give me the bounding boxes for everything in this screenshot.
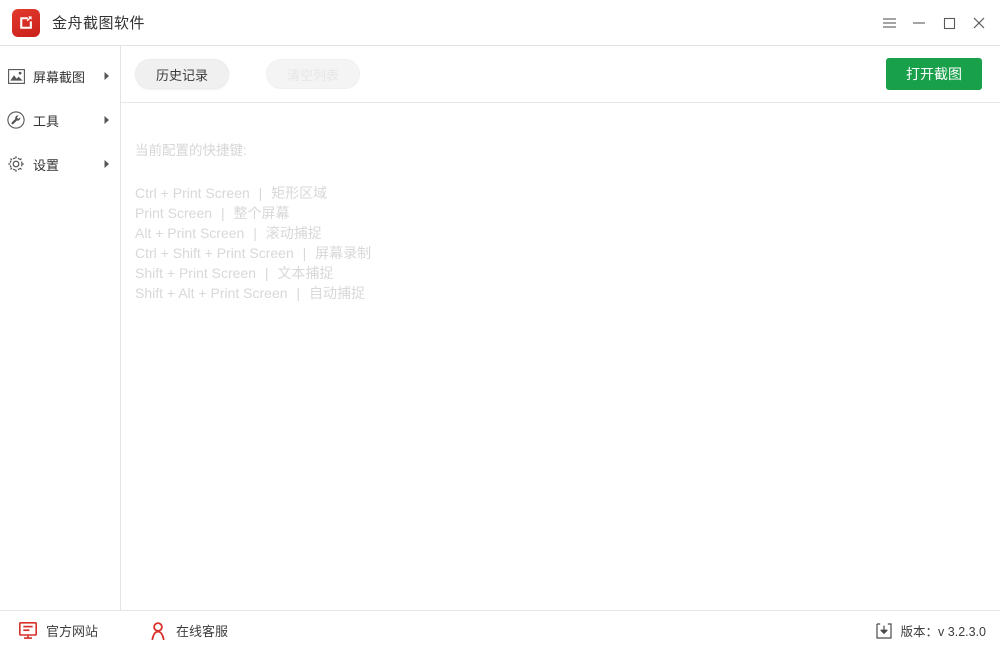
chevron-right-icon <box>102 71 112 81</box>
title-bar: 金舟截图软件 <box>0 0 1000 46</box>
toolbar: 历史记录 清空列表 打开截图 <box>121 46 1000 103</box>
shortcut-action: 屏幕录制 <box>315 245 372 261</box>
version-info[interactable]: 版本：v 3.2.3.0 <box>876 621 986 640</box>
online-support-label: 在线客服 <box>176 624 229 639</box>
maximize-icon[interactable] <box>934 8 964 38</box>
shortcut-list: Ctrl + Print Screen | 矩形区域 Print Screen … <box>135 183 1000 303</box>
shortcut-row: Alt + Print Screen | 滚动捕捉 <box>135 223 1000 243</box>
open-screenshot-button[interactable]: 打开截图 <box>886 58 982 90</box>
shortcut-row: Shift + Alt + Print Screen | 自动捕捉 <box>135 283 1000 303</box>
shortcut-separator: | <box>253 225 257 241</box>
shortcut-separator: | <box>296 285 301 301</box>
shortcut-row: Shift + Print Screen | 文本捕捉 <box>135 263 1000 283</box>
minimize-icon[interactable] <box>904 8 934 38</box>
sidebar-item-tools[interactable]: 工具 <box>0 98 120 142</box>
shortcut-separator: | <box>264 265 269 281</box>
official-website-link[interactable]: 官方网站 <box>18 621 98 640</box>
body-region: 屏幕截图 工具 设置 历史记录 清空列表 打开截图 当前配置的快捷键: Ctrl… <box>0 46 1000 610</box>
download-icon <box>876 622 893 639</box>
shortcut-separator: | <box>302 245 307 261</box>
shortcut-separator: | <box>258 185 263 201</box>
footer-bar: 官方网站 在线客服 版本：v 3.2.3.0 <box>0 610 1000 650</box>
wrench-icon <box>6 110 26 130</box>
version-label: 版本：v 3.2.3.0 <box>900 625 986 639</box>
shortcut-keys: Shift + Print Screen <box>135 265 257 281</box>
app-logo-icon <box>12 8 40 37</box>
chevron-right-icon <box>102 159 112 169</box>
monitor-icon <box>18 621 37 640</box>
shortcut-action: 滚动捕捉 <box>265 225 322 241</box>
app-window: 金舟截图软件 屏幕截图 工具 设置 历史记录 清空列表 打开截图 当前配置的快捷… <box>0 0 1000 650</box>
shortcut-action: 整个屏幕 <box>233 205 290 221</box>
sidebar-item-screen-capture[interactable]: 屏幕截图 <box>0 54 120 98</box>
app-title: 金舟截图软件 <box>52 15 146 32</box>
shortcut-keys: Shift + Alt + Print Screen <box>135 285 288 301</box>
hamburger-menu-icon[interactable] <box>874 8 904 38</box>
close-icon[interactable] <box>964 8 994 38</box>
clear-list-button[interactable]: 清空列表 <box>266 59 361 89</box>
shortcut-keys: Ctrl + Shift + Print Screen <box>135 245 294 261</box>
official-website-label: 官方网站 <box>46 624 99 639</box>
sidebar-item-settings[interactable]: 设置 <box>0 142 120 186</box>
sidebar-item-label: 屏幕截图 <box>33 69 86 85</box>
shortcut-action: 自动捕捉 <box>308 285 365 301</box>
shortcut-action: 矩形区域 <box>271 185 328 201</box>
sidebar-item-label: 工具 <box>33 113 60 129</box>
shortcut-separator: | <box>220 205 225 221</box>
shortcuts-heading: 当前配置的快捷键: <box>135 143 247 158</box>
shortcut-row: Ctrl + Print Screen | 矩形区域 <box>135 183 1000 203</box>
main-panel: 历史记录 清空列表 打开截图 当前配置的快捷键: Ctrl + Print Sc… <box>121 46 1000 610</box>
shortcut-action: 文本捕捉 <box>277 265 334 281</box>
online-support-link[interactable]: 在线客服 <box>148 621 228 640</box>
user-icon <box>148 621 167 640</box>
gear-icon <box>6 154 26 174</box>
window-controls <box>874 0 994 46</box>
content-area: 当前配置的快捷键: Ctrl + Print Screen | 矩形区域 Pri… <box>121 103 1000 610</box>
shortcut-row: Ctrl + Shift + Print Screen | 屏幕录制 <box>135 243 1000 263</box>
sidebar-item-label: 设置 <box>33 157 60 173</box>
shortcut-keys: Alt + Print Screen <box>135 225 245 241</box>
shortcut-row: Print Screen | 整个屏幕 <box>135 203 1000 223</box>
shortcut-keys: Ctrl + Print Screen <box>135 185 250 201</box>
history-button[interactable]: 历史记录 <box>135 59 230 89</box>
image-icon <box>6 66 26 86</box>
chevron-right-icon <box>102 115 112 125</box>
sidebar: 屏幕截图 工具 设置 <box>0 46 121 610</box>
shortcut-keys: Print Screen <box>135 205 213 221</box>
